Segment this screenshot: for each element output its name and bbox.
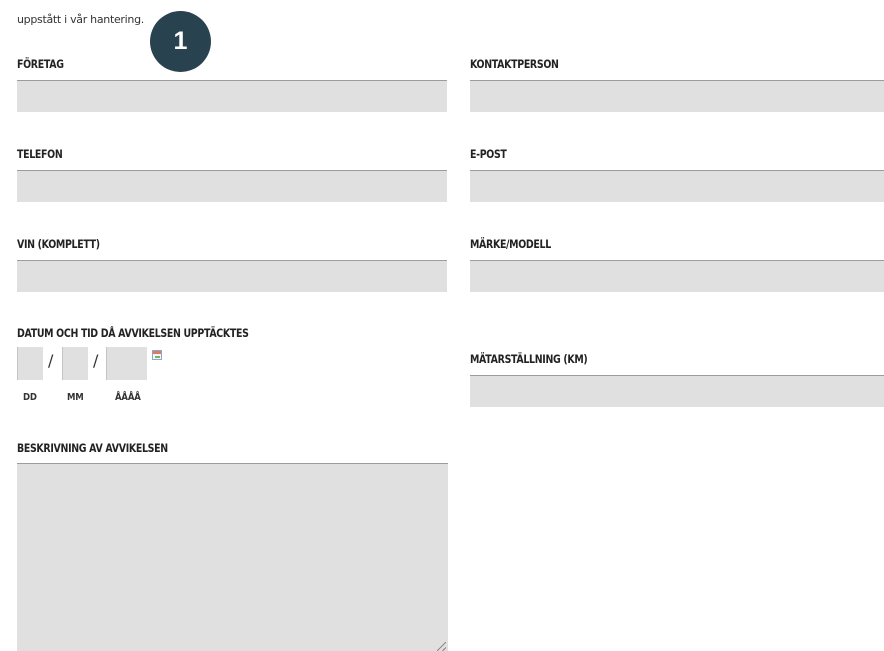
year-format-label: ÅÅÅÅ <box>115 392 141 403</box>
date-separator: / <box>48 351 54 370</box>
company-label: FÖRETAG <box>17 57 64 71</box>
date-year-input[interactable] <box>106 347 147 380</box>
day-format-label: DD <box>23 392 37 403</box>
month-format-label: MM <box>67 392 84 403</box>
company-input[interactable] <box>17 80 447 112</box>
description-label: BESKRIVNING AV AVVIKELSEN <box>17 441 168 455</box>
step-number-badge: 1 <box>150 11 211 72</box>
date-separator: / <box>93 351 99 370</box>
phone-input[interactable] <box>17 170 447 202</box>
date-label: DATUM OCH TID DÅ AVVIKELSEN UPPTÄCKTES <box>17 326 249 340</box>
make-model-input[interactable] <box>470 260 884 292</box>
description-textarea[interactable] <box>17 463 448 651</box>
deviation-report-form: uppstått i vår hantering. 1 FÖRETAG KONT… <box>0 0 884 651</box>
contact-person-input[interactable] <box>470 80 884 112</box>
intro-text: uppstått i vår hantering. <box>17 13 144 26</box>
email-input[interactable] <box>470 170 884 202</box>
odometer-input[interactable] <box>470 375 884 407</box>
calendar-icon[interactable] <box>152 350 162 360</box>
vin-label: VIN (KOMPLETT) <box>17 237 100 251</box>
phone-label: TELEFON <box>17 147 63 161</box>
contact-person-label: KONTAKTPERSON <box>470 57 559 71</box>
vin-input[interactable] <box>17 260 447 292</box>
email-label: E-POST <box>470 147 507 161</box>
date-day-input[interactable] <box>17 347 43 380</box>
resize-handle-icon[interactable] <box>437 642 446 651</box>
make-model-label: MÄRKE/MODELL <box>470 237 551 251</box>
odometer-label: MÄTARSTÄLLNING (KM) <box>470 352 588 366</box>
date-month-input[interactable] <box>62 347 88 380</box>
